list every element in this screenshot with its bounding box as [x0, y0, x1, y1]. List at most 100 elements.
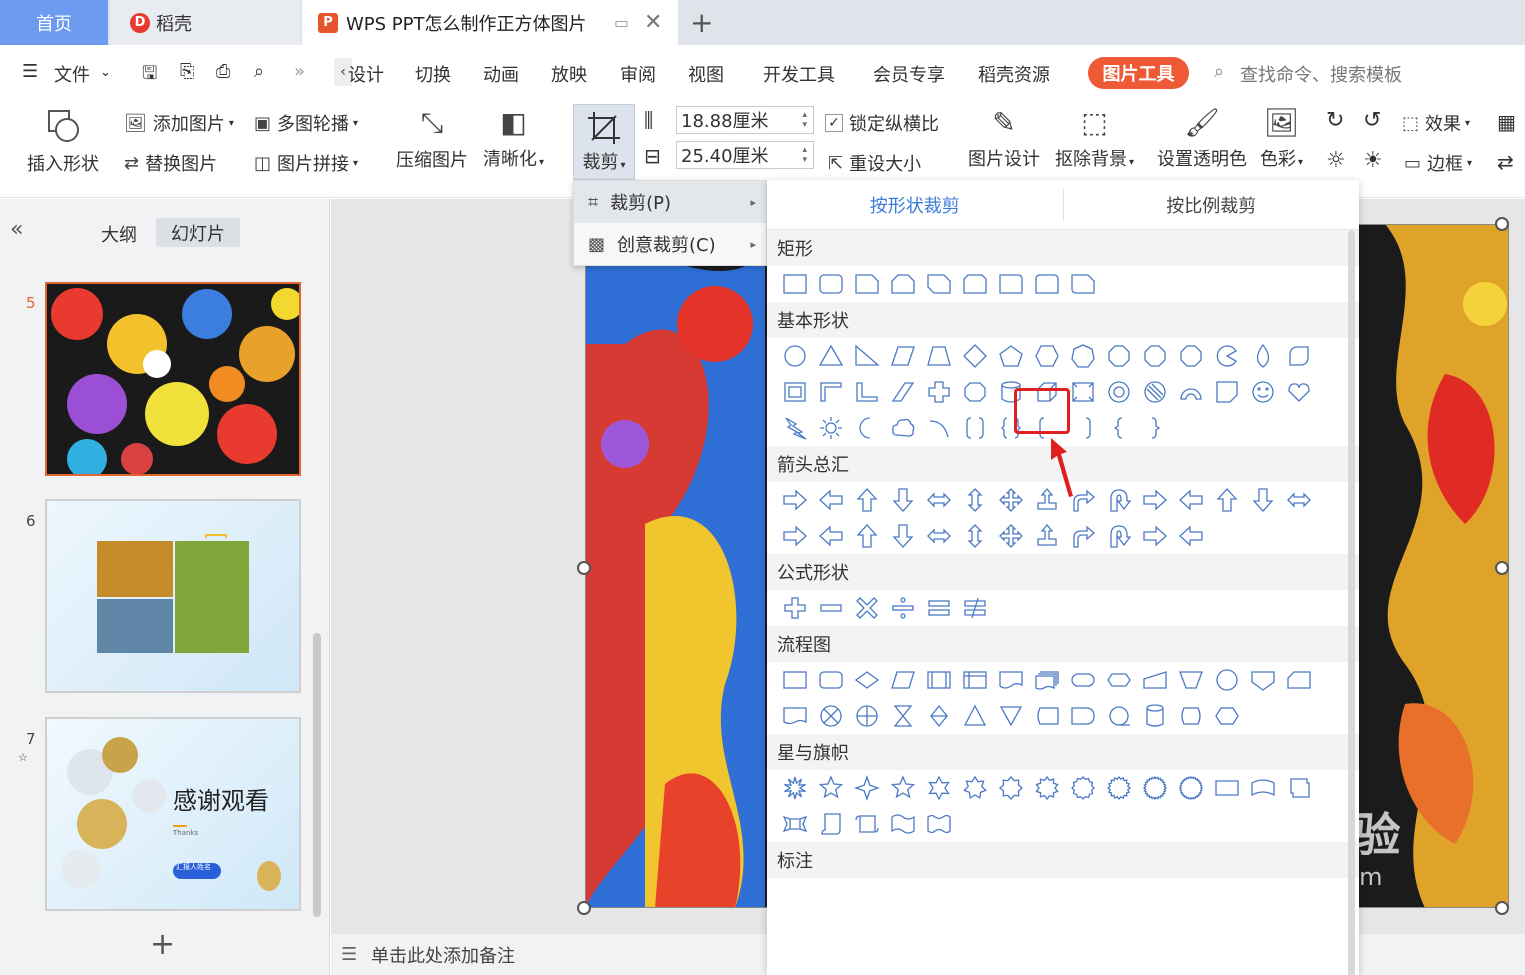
shape-option[interactable] — [1281, 374, 1317, 410]
shape-option[interactable] — [813, 482, 849, 518]
tab-crop-by-ratio[interactable]: 按比例裁剪 — [1064, 180, 1360, 229]
scrollbar[interactable] — [313, 633, 321, 917]
shape-option[interactable] — [1101, 374, 1137, 410]
shape-option[interactable] — [921, 338, 957, 374]
shape-option[interactable] — [1137, 770, 1173, 806]
menu-view[interactable]: 视图 — [688, 61, 724, 87]
shape-option[interactable] — [777, 662, 813, 698]
menu-design[interactable]: 设计 — [348, 61, 386, 87]
shape-option[interactable] — [957, 374, 993, 410]
shape-option[interactable] — [1173, 662, 1209, 698]
shape-option[interactable] — [885, 590, 921, 626]
shape-option[interactable] — [885, 806, 921, 842]
replace-picture-button[interactable]: ⇄ 替换图片 — [124, 150, 217, 176]
shape-option[interactable] — [777, 374, 813, 410]
shape-option[interactable] — [957, 482, 993, 518]
lock-ratio-checkbox[interactable]: ✓ 锁定纵横比 — [825, 110, 939, 136]
shape-option[interactable] — [1029, 338, 1065, 374]
contrast-icon[interactable]: ☀ — [1363, 148, 1383, 173]
shape-option[interactable] — [1281, 338, 1317, 374]
picture-stitch-button[interactable]: ◫ 图片拼接 ▾ — [254, 150, 358, 176]
menu-transition[interactable]: 切换 — [415, 61, 451, 87]
shape-option[interactable] — [1137, 662, 1173, 698]
shape-option[interactable] — [885, 518, 921, 554]
shape-option[interactable] — [885, 338, 921, 374]
shape-option[interactable] — [1281, 662, 1317, 698]
shape-option[interactable] — [1173, 374, 1209, 410]
shape-option[interactable] — [1137, 482, 1173, 518]
shape-option[interactable] — [957, 410, 993, 446]
shape-option[interactable] — [813, 662, 849, 698]
rotate-left-icon[interactable]: ↺ — [1363, 108, 1381, 133]
shape-option[interactable] — [813, 698, 849, 734]
close-icon[interactable]: ✕ — [644, 10, 662, 35]
shape-option[interactable] — [1173, 698, 1209, 734]
shape-option[interactable] — [849, 482, 885, 518]
shape-option[interactable] — [813, 410, 849, 446]
shape-option[interactable] — [885, 266, 921, 302]
shape-option[interactable] — [777, 266, 813, 302]
crop-button[interactable]: 裁剪 ▾ — [573, 104, 635, 180]
menu-slideshow[interactable]: 放映 — [551, 61, 587, 87]
shape-option[interactable] — [885, 410, 921, 446]
shape-option[interactable] — [957, 590, 993, 626]
color-button[interactable]: 🖼 色彩 ▾ — [1260, 106, 1303, 171]
shape-option[interactable] — [1065, 338, 1101, 374]
shape-option[interactable] — [1245, 662, 1281, 698]
shape-option[interactable] — [1209, 338, 1245, 374]
resize-handle[interactable] — [1495, 561, 1509, 575]
effect-button[interactable]: ⬚ 效果 ▾ — [1402, 110, 1470, 136]
shape-option[interactable] — [1209, 662, 1245, 698]
shape-option[interactable] — [993, 698, 1029, 734]
shape-option[interactable] — [1281, 770, 1317, 806]
preview-icon[interactable]: ⌕ — [254, 61, 264, 82]
shape-option[interactable] — [1065, 266, 1101, 302]
shape-option[interactable] — [1101, 698, 1137, 734]
shape-option[interactable] — [813, 266, 849, 302]
shape-option[interactable] — [1101, 338, 1137, 374]
shape-option[interactable] — [957, 338, 993, 374]
shape-option[interactable] — [1137, 410, 1173, 446]
shape-option[interactable] — [1065, 770, 1101, 806]
shape-option[interactable] — [957, 266, 993, 302]
shape-option[interactable] — [1029, 770, 1065, 806]
shape-option[interactable] — [1245, 374, 1281, 410]
shape-option[interactable] — [1245, 338, 1281, 374]
shape-option[interactable] — [777, 770, 813, 806]
height-input[interactable]: 18.88厘米 ▴ ▾ — [676, 106, 814, 134]
rotate-right-icon[interactable]: ↻ — [1326, 108, 1344, 133]
brightness-icon[interactable]: ☼ — [1326, 148, 1346, 173]
shape-option[interactable] — [1173, 518, 1209, 554]
export-icon[interactable]: ⎘ — [180, 61, 194, 82]
outline-tab[interactable]: 大纲 — [101, 221, 137, 247]
chevron-down-icon[interactable]: ⌄ — [100, 65, 111, 80]
shape-option[interactable] — [921, 410, 957, 446]
slides-tab[interactable]: 幻灯片 — [156, 218, 240, 247]
shape-option[interactable] — [813, 518, 849, 554]
shape-option[interactable] — [1137, 518, 1173, 554]
shape-option[interactable] — [1209, 770, 1245, 806]
set-transparency-button[interactable]: 🖌 设置透明色 — [1157, 106, 1247, 171]
shape-option[interactable] — [885, 662, 921, 698]
shape-option[interactable] — [1173, 770, 1209, 806]
tab-home[interactable]: 首页 — [0, 0, 108, 45]
shape-option[interactable] — [957, 662, 993, 698]
shape-option[interactable] — [1101, 410, 1137, 446]
shape-option[interactable] — [1065, 374, 1101, 410]
reset-size-button[interactable]: ⇱ 重设大小 — [828, 150, 921, 176]
resize-handle[interactable] — [1495, 217, 1509, 231]
shape-option[interactable] — [777, 698, 813, 734]
slide-thumbnail-5[interactable] — [45, 282, 301, 476]
resize-handle[interactable] — [577, 901, 591, 915]
slide-thumbnail-7[interactable]: 感谢观看 Thanks 汇报人姓名 — [45, 717, 301, 911]
shape-option[interactable] — [921, 482, 957, 518]
shape-option[interactable] — [993, 518, 1029, 554]
resize-handle[interactable] — [1495, 901, 1509, 915]
shape-option[interactable] — [1029, 266, 1065, 302]
shape-option[interactable] — [1029, 698, 1065, 734]
remove-background-button[interactable]: ⬚ 抠除背景 ▾ — [1055, 106, 1134, 171]
menu-developer[interactable]: 开发工具 — [763, 61, 835, 87]
resize-handle[interactable] — [577, 561, 591, 575]
shape-option[interactable] — [885, 770, 921, 806]
shape-option[interactable] — [849, 518, 885, 554]
